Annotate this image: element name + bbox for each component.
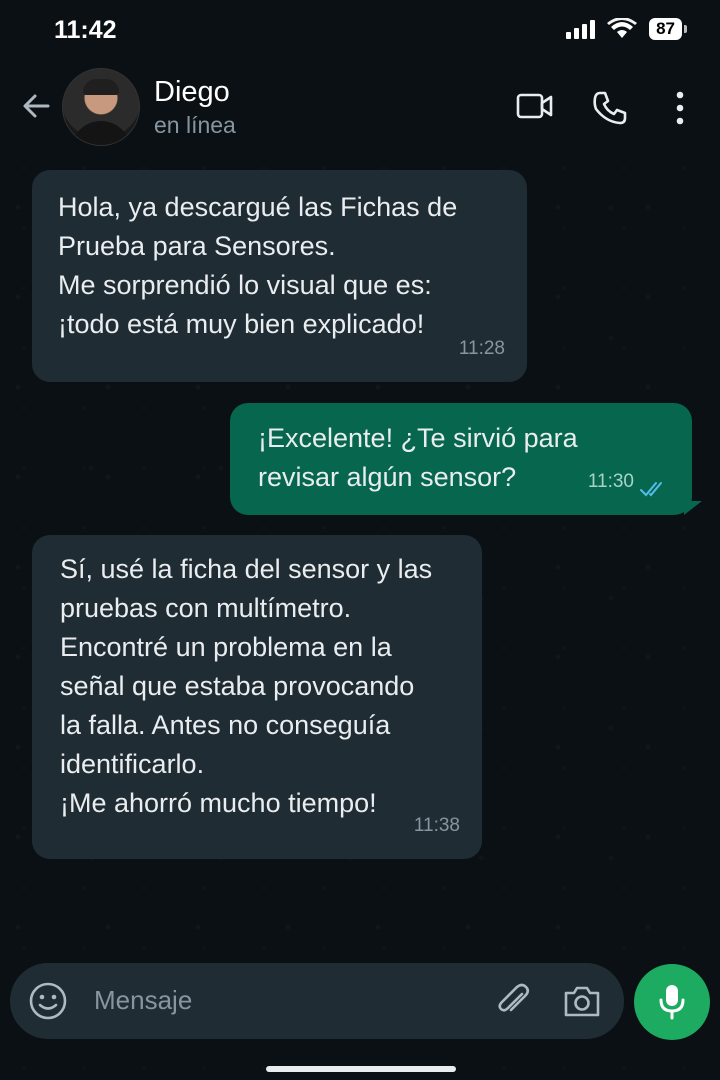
message-list[interactable]: Hola, ya descargué las Fichas de Prueba …	[0, 158, 720, 958]
avatar[interactable]	[62, 68, 140, 146]
signal-icon	[566, 19, 596, 39]
more-vertical-icon[interactable]	[674, 90, 686, 126]
contact-name[interactable]: Diego	[154, 76, 230, 109]
message-composer[interactable]: Mensaje	[10, 963, 624, 1039]
chat-header: Diego en línea	[0, 62, 720, 158]
message-text: Sí, usé la ficha del sensor y las prueba…	[60, 554, 433, 818]
attach-icon[interactable]	[494, 981, 534, 1021]
home-indicator[interactable]	[266, 1066, 456, 1072]
message-bubble-outgoing[interactable]: ¡Excelente! ¿Te sirvió para revisar algú…	[230, 403, 692, 515]
bubble-tail	[684, 501, 702, 515]
voice-message-button[interactable]	[634, 964, 710, 1040]
camera-icon[interactable]	[562, 983, 602, 1019]
contact-status: en línea	[154, 112, 236, 138]
message-time: 11:38	[413, 815, 460, 836]
back-arrow-icon[interactable]	[20, 90, 52, 122]
message-text: Hola, ya descargué las Fichas de Prueba …	[58, 192, 458, 339]
message-input[interactable]: Mensaje	[94, 985, 192, 1016]
double-check-icon	[640, 482, 662, 497]
status-bar: 11:42 87	[0, 0, 720, 62]
message-bubble-incoming[interactable]: Sí, usé la ficha del sensor y las prueba…	[32, 535, 482, 859]
battery-icon: 87	[649, 18, 687, 40]
emoji-icon[interactable]	[28, 981, 68, 1021]
microphone-icon	[659, 985, 685, 1020]
status-icons: 87	[566, 18, 687, 40]
message-bubble-incoming[interactable]: Hola, ya descargué las Fichas de Prueba …	[32, 170, 527, 382]
video-call-icon[interactable]	[516, 92, 554, 120]
message-text: ¡Excelente! ¿Te sirvió para revisar algú…	[258, 423, 578, 492]
phone-icon[interactable]	[592, 90, 628, 126]
status-time: 11:42	[54, 16, 117, 44]
wifi-icon	[607, 18, 638, 38]
message-time: 11:30	[587, 471, 634, 492]
message-time: 11:28	[458, 338, 505, 359]
